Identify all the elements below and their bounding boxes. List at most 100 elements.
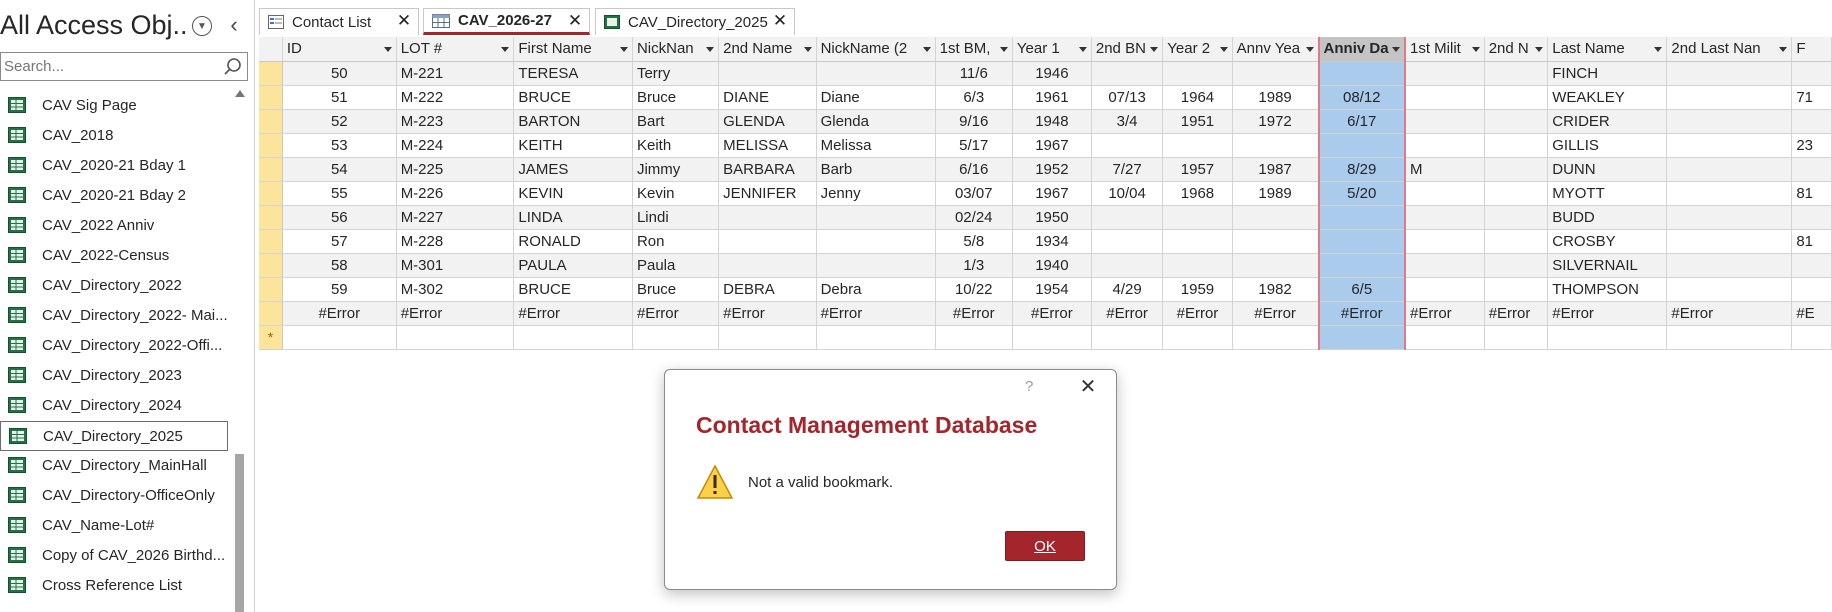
record-selector[interactable] [259, 133, 283, 158]
nav-item[interactable]: CAV_Directory_2022-Offi... [0, 331, 228, 361]
table-cell[interactable] [816, 253, 936, 278]
table-cell[interactable] [513, 325, 633, 350]
nav-item[interactable]: CAV Sig Page [0, 91, 228, 121]
table-cell[interactable]: 03/07 [935, 181, 1013, 206]
nav-item[interactable]: CAV_Directory_2024 [0, 391, 228, 421]
table-cell[interactable]: Ron [632, 229, 720, 254]
table-cell[interactable]: 5/17 [935, 133, 1013, 158]
table-cell[interactable]: #Error [1162, 301, 1233, 326]
column-header[interactable]: Year 2 [1162, 37, 1233, 62]
table-cell[interactable] [1232, 205, 1320, 230]
table-cell[interactable]: 10/22 [935, 277, 1013, 302]
table-row[interactable]: 54 M-225 JAMES Jimmy BARBARA Barb 6/16 1952 7/27… [259, 157, 1832, 182]
table-row[interactable]: 51 M-222 BRUCE Bruce DIANE Diane 6/3 1961 07/13 1… [259, 85, 1832, 110]
table-cell[interactable]: 1957 [1162, 157, 1233, 182]
nav-item[interactable]: CAV_2022-Census [0, 241, 228, 271]
table-cell[interactable]: #Error [396, 301, 515, 326]
select-all-corner[interactable] [259, 37, 283, 62]
table-row[interactable]: 52 M-223 BARTON Bart GLENDA Glenda 9/16 1948 3/4… [259, 109, 1832, 134]
table-cell[interactable] [1091, 61, 1164, 86]
help-icon[interactable]: ? [1025, 378, 1039, 395]
dropdown-arrow-icon[interactable] [1219, 47, 1228, 52]
table-cell[interactable] [1091, 253, 1164, 278]
table-cell[interactable]: 1982 [1232, 277, 1320, 302]
table-cell[interactable]: #Error [816, 301, 936, 326]
dropdown-arrow-icon[interactable] [922, 47, 931, 52]
table-cell[interactable]: 5/8 [935, 229, 1013, 254]
table-cell[interactable] [1091, 229, 1164, 254]
table-cell[interactable]: 6/3 [935, 85, 1013, 110]
table-cell[interactable]: WEAKLEY [1547, 85, 1668, 110]
table-cell[interactable]: LINDA [513, 205, 633, 230]
table-cell[interactable] [1666, 61, 1793, 86]
table-cell[interactable]: 51 [282, 85, 397, 110]
table-row[interactable]: 53 M-224 KEITH Keith MELISSA Melissa 5/17 1967 G… [259, 133, 1832, 158]
column-header[interactable]: NickName (2 [816, 37, 936, 62]
table-cell[interactable]: Bruce [632, 277, 720, 302]
table-cell[interactable]: 1989 [1232, 181, 1320, 206]
column-header[interactable]: 2nd BN [1091, 37, 1164, 62]
table-cell[interactable] [1484, 181, 1549, 206]
table-cell[interactable]: M [1404, 157, 1485, 182]
table-cell[interactable]: 55 [282, 181, 397, 206]
table-cell[interactable] [1404, 277, 1485, 302]
table-cell[interactable] [1484, 133, 1549, 158]
table-cell[interactable] [1404, 253, 1485, 278]
table-cell[interactable] [1791, 277, 1832, 302]
table-cell[interactable]: #Error [1547, 301, 1668, 326]
table-cell[interactable] [1666, 181, 1793, 206]
column-header[interactable]: 2nd N [1484, 37, 1549, 62]
table-cell[interactable]: #Error [1317, 301, 1406, 326]
dropdown-arrow-icon[interactable] [1150, 47, 1159, 52]
dropdown-arrow-icon[interactable] [1471, 47, 1480, 52]
table-cell[interactable] [1791, 109, 1832, 134]
table-cell[interactable] [1317, 229, 1406, 254]
table-cell[interactable]: 7/27 [1091, 157, 1164, 182]
table-cell[interactable]: 1961 [1012, 85, 1092, 110]
table-row[interactable]: 55 M-226 KEVIN Kevin JENNIFER Jenny 03/07 1967 1… [259, 181, 1832, 206]
dropdown-arrow-icon[interactable] [803, 47, 812, 52]
table-cell[interactable]: SILVERNAIL [1547, 253, 1668, 278]
dropdown-arrow-icon[interactable] [1779, 47, 1788, 52]
table-cell[interactable]: Kevin [632, 181, 720, 206]
table-cell[interactable]: M-222 [396, 85, 515, 110]
table-cell[interactable]: Jenny [816, 181, 936, 206]
table-cell[interactable]: #Error [935, 301, 1013, 326]
nav-item[interactable]: CAV_Directory_2023 [0, 361, 228, 391]
table-cell[interactable]: 8/29 [1317, 157, 1406, 182]
table-cell[interactable] [1232, 253, 1320, 278]
table-cell[interactable]: #Error [1091, 301, 1164, 326]
table-cell[interactable]: 71 [1791, 85, 1832, 110]
record-selector[interactable] [259, 85, 283, 110]
table-cell[interactable]: Barb [816, 157, 936, 182]
table-cell[interactable]: #E [1791, 301, 1832, 326]
table-row[interactable]: #Error #Error #Error #Error #Error #Error #Err… [259, 301, 1832, 326]
table-cell[interactable] [1547, 325, 1668, 350]
table-cell[interactable]: Lindi [632, 205, 720, 230]
table-cell[interactable] [816, 205, 936, 230]
table-cell[interactable] [1666, 85, 1793, 110]
table-cell[interactable]: THOMPSON [1547, 277, 1668, 302]
table-cell[interactable]: 07/13 [1091, 85, 1164, 110]
document-tab[interactable]: Contact List ✕ [259, 8, 419, 35]
table-cell[interactable]: Terry [632, 61, 720, 86]
table-cell[interactable] [718, 253, 817, 278]
table-cell[interactable]: RONALD [513, 229, 633, 254]
table-cell[interactable]: #Error [513, 301, 633, 326]
record-selector[interactable] [259, 109, 283, 134]
table-cell[interactable] [1162, 325, 1233, 350]
column-header[interactable]: Last Name [1547, 37, 1668, 62]
table-cell[interactable]: 1968 [1162, 181, 1233, 206]
table-cell[interactable]: 9/16 [935, 109, 1013, 134]
column-header[interactable]: 1st Milit [1404, 37, 1485, 62]
table-cell[interactable]: Diane [816, 85, 936, 110]
table-cell[interactable]: M-302 [396, 277, 515, 302]
nav-item[interactable]: CAV_Directory-OfficeOnly [0, 481, 228, 511]
table-cell[interactable] [1317, 61, 1406, 86]
table-cell[interactable]: Paula [632, 253, 720, 278]
dropdown-arrow-icon[interactable] [1078, 47, 1087, 52]
table-cell[interactable]: Jimmy [632, 157, 720, 182]
table-cell[interactable] [718, 325, 817, 350]
table-cell[interactable]: M-225 [396, 157, 515, 182]
table-cell[interactable]: 5/20 [1317, 181, 1406, 206]
